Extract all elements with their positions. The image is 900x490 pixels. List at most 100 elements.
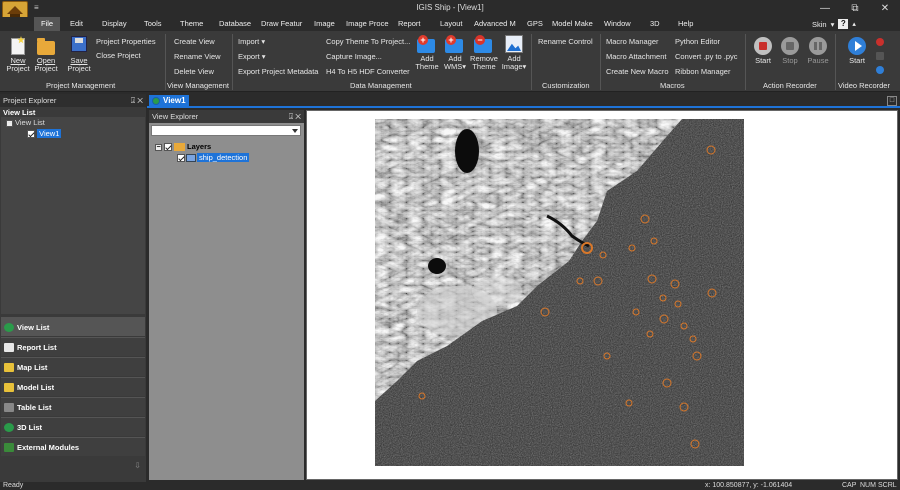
group-customization: Customization <box>542 81 590 90</box>
remove-theme-button[interactable]: − Remove Theme <box>469 35 499 71</box>
project-properties-button[interactable]: Project Properties <box>96 37 156 46</box>
menu-help[interactable]: Help <box>678 17 693 31</box>
macro-manager-button[interactable]: Macro Manager <box>606 37 659 46</box>
menu-3d[interactable]: 3D <box>650 17 660 31</box>
panel-pin-close-icon[interactable]: ⍗ ✕ <box>131 94 143 107</box>
menu-report[interactable]: Report <box>398 17 421 31</box>
close-button[interactable]: ✕ <box>870 0 900 17</box>
menu-window[interactable]: Window <box>604 17 631 31</box>
status-scroll: SCRL <box>878 482 897 489</box>
menu-layout[interactable]: Layout <box>440 17 463 31</box>
globe-icon <box>152 97 160 105</box>
menu-image[interactable]: Image <box>314 17 335 31</box>
add-image-button[interactable]: Add Image▾ <box>500 35 528 71</box>
menu-display[interactable]: Display <box>102 17 127 31</box>
rename-view-button[interactable]: Rename View <box>174 52 221 61</box>
report-icon <box>4 343 14 352</box>
action-pause-button[interactable]: Pause <box>806 37 830 65</box>
open-project-button[interactable]: Open Project <box>32 38 60 73</box>
collapse-icon[interactable]: − <box>6 119 13 127</box>
tree-root-view-list[interactable]: − View List <box>6 118 45 128</box>
nav-table-list[interactable]: Table List <box>1 397 145 416</box>
action-stop-button[interactable]: Stop <box>779 37 801 65</box>
capture-image-button[interactable]: Capture Image... <box>326 52 382 61</box>
project-explorer-title: Project Explorer <box>3 96 57 105</box>
tab-window-menu-icon[interactable]: □ <box>887 96 897 106</box>
close-project-button[interactable]: Close Project <box>96 51 141 60</box>
minimize-button[interactable]: — <box>810 0 840 17</box>
ribbon-manager-button[interactable]: Ribbon Manager <box>675 67 730 76</box>
nav-model-list[interactable]: Model List <box>1 377 145 396</box>
restore-button[interactable]: ⧉ <box>840 0 870 17</box>
collapse-icon[interactable]: − <box>155 143 162 151</box>
checkbox-icon[interactable] <box>164 143 172 152</box>
rename-control-button[interactable]: Rename Control <box>538 37 593 46</box>
video-record-start-button[interactable]: Start <box>846 37 868 65</box>
action-record-start-button[interactable]: Start <box>752 37 774 65</box>
menu-edit[interactable]: Edit <box>70 17 83 31</box>
status-num: NUM <box>860 482 876 489</box>
nav-external-modules[interactable]: External Modules <box>1 437 145 456</box>
view-explorer-combo[interactable] <box>151 125 301 136</box>
map-view[interactable] <box>306 110 898 480</box>
project-tree: − View List View1 <box>1 117 145 314</box>
h4-to-h5-converter-button[interactable]: H4 To H5 HDF Converter <box>326 67 410 76</box>
view-explorer-title: View Explorer <box>152 112 199 121</box>
status-caps: CAP <box>842 482 857 489</box>
menu-gps[interactable]: GPS <box>527 17 543 31</box>
title-bar: ≡ IGIS Ship - [View1] — ⧉ ✕ <box>0 0 900 29</box>
open-folder-icon <box>37 38 55 55</box>
group-data-management: Data Management <box>350 81 412 90</box>
video-record-icon[interactable] <box>876 38 884 46</box>
panel-options-icon[interactable]: ⇩ <box>134 461 141 470</box>
add-wms-button[interactable]: + Add WMS▾ <box>441 35 469 71</box>
new-project-button[interactable]: New Project <box>5 38 31 73</box>
video-pause-icon[interactable] <box>876 52 884 60</box>
nav-3d-list[interactable]: 3D List <box>1 417 145 436</box>
save-icon <box>71 36 87 52</box>
save-project-button[interactable]: Save Project <box>64 36 94 73</box>
module-icon <box>4 443 14 452</box>
convert-py-button[interactable]: Convert .py to .pyc <box>675 52 738 61</box>
layer-ship-detection[interactable]: ship_detection <box>177 153 250 163</box>
group-video-recorder: Video Recorder <box>838 81 890 90</box>
python-editor-button[interactable]: Python Editor <box>675 37 720 46</box>
macro-attachment-button[interactable]: Macro Attachment <box>606 52 666 61</box>
view-list-header: View List <box>3 108 36 117</box>
copy-theme-button[interactable]: Copy Theme To Project... <box>326 37 410 46</box>
checkbox-icon[interactable] <box>177 154 185 163</box>
export-project-metadata-button[interactable]: Export Project Metadata <box>238 67 318 76</box>
sar-image[interactable] <box>307 111 899 481</box>
ribbon-collapse-icon[interactable]: ▴ <box>852 20 856 28</box>
status-ready: Ready <box>3 482 24 489</box>
video-settings-icon[interactable] <box>876 66 884 74</box>
menu-file[interactable]: File <box>34 17 60 31</box>
menu-advanced[interactable]: Advanced M <box>474 17 516 31</box>
create-new-macro-button[interactable]: Create New Macro <box>606 67 669 76</box>
tab-view1[interactable]: View1 <box>149 95 189 107</box>
skin-menu[interactable]: Skin <box>812 20 827 29</box>
add-theme-button[interactable]: + Add Theme <box>414 35 440 71</box>
import-dropdown[interactable]: Import ▾ <box>238 37 265 46</box>
export-dropdown[interactable]: Export ▾ <box>238 52 266 61</box>
layers-node[interactable]: − Layers <box>155 142 211 152</box>
create-view-button[interactable]: Create View <box>174 37 215 46</box>
skin-dropdown-icon[interactable]: ▾ <box>831 20 835 29</box>
nav-map-list[interactable]: Map List <box>1 357 145 376</box>
menu-database[interactable]: Database <box>219 17 251 31</box>
pause-icon <box>809 37 827 55</box>
menu-image-processing[interactable]: Image Proce <box>346 17 389 31</box>
nav-report-list[interactable]: Report List <box>1 337 145 356</box>
checkbox-icon[interactable] <box>27 130 35 139</box>
menu-model-maker[interactable]: Model Make <box>552 17 593 31</box>
menu-tools[interactable]: Tools <box>144 17 162 31</box>
group-macros: Macros <box>660 81 685 90</box>
nav-view-list[interactable]: View List <box>1 317 145 336</box>
menu-theme[interactable]: Theme <box>180 17 203 31</box>
layers-folder-icon <box>174 143 185 152</box>
panel-pin-close-icon[interactable]: ⍗ ✕ <box>289 110 301 123</box>
menu-draw-feature[interactable]: Draw Featur <box>261 17 302 31</box>
tree-item-view1[interactable]: View1 <box>27 129 62 139</box>
help-icon[interactable]: ? <box>838 19 849 29</box>
delete-view-button[interactable]: Delete View <box>174 67 214 76</box>
